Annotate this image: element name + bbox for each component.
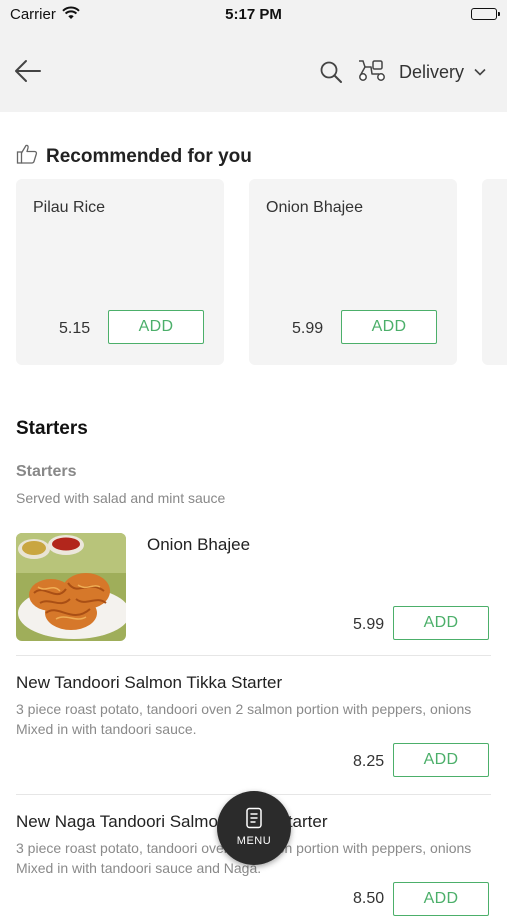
add-button[interactable]: ADD bbox=[393, 882, 489, 916]
scooter-icon bbox=[357, 58, 387, 87]
item-price: 8.50 bbox=[353, 890, 385, 907]
item-price: 8.25 bbox=[353, 753, 385, 770]
subcategory-description: Served with salad and mint sauce bbox=[16, 490, 226, 506]
item-name: New Tandoori Salmon Tikka Starter bbox=[16, 673, 283, 692]
section-title: Starters bbox=[16, 418, 88, 439]
recommended-card[interactable]: Pilau Rice 5.15 ADD bbox=[16, 179, 224, 365]
recommended-carousel[interactable]: Pilau Rice 5.15 ADD Onion Bhajee 5.99 AD… bbox=[16, 179, 507, 365]
item-name: Onion Bhajee bbox=[147, 535, 251, 554]
status-bar: Carrier 5:17 PM bbox=[0, 0, 507, 30]
top-nav-bar: Delivery bbox=[0, 30, 507, 112]
chevron-down-icon bbox=[474, 63, 486, 81]
menu-item[interactable]: Onion Bhajee bbox=[16, 535, 492, 555]
add-button[interactable]: ADD bbox=[341, 310, 437, 344]
recommended-title: Recommended for you bbox=[46, 145, 252, 167]
recommended-card-partial[interactable] bbox=[482, 179, 507, 365]
clock: 5:17 PM bbox=[225, 6, 282, 23]
back-arrow-icon[interactable] bbox=[14, 58, 42, 84]
add-button[interactable]: ADD bbox=[393, 743, 489, 777]
item-name: Onion Bhajee bbox=[266, 199, 363, 216]
divider bbox=[16, 655, 491, 656]
thumbs-up-icon bbox=[16, 143, 38, 170]
menu-fab-label: MENU bbox=[236, 835, 272, 847]
menu-fab-button[interactable]: MENU bbox=[217, 791, 291, 865]
menu-book-icon bbox=[245, 807, 263, 834]
item-price: 5.99 bbox=[353, 616, 385, 633]
item-name: Pilau Rice bbox=[33, 199, 106, 216]
recommended-card[interactable]: Onion Bhajee 5.99 ADD bbox=[249, 179, 457, 365]
add-button[interactable]: ADD bbox=[393, 606, 489, 640]
item-price: 5.15 bbox=[59, 320, 91, 337]
delivery-label: Delivery bbox=[399, 61, 465, 82]
battery-icon bbox=[471, 8, 500, 20]
subcategory-title: Starters bbox=[16, 463, 77, 480]
search-icon[interactable] bbox=[319, 60, 343, 84]
recommended-header: Recommended for you bbox=[16, 143, 252, 170]
item-description: 3 piece roast potato, tandoori oven 2 sa… bbox=[16, 701, 472, 737]
add-button[interactable]: ADD bbox=[108, 310, 204, 344]
item-price: 5.99 bbox=[292, 320, 324, 337]
menu-item[interactable]: New Tandoori Salmon Tikka Starter 3 piec… bbox=[16, 673, 492, 739]
delivery-mode-selector[interactable]: Delivery bbox=[357, 56, 486, 88]
